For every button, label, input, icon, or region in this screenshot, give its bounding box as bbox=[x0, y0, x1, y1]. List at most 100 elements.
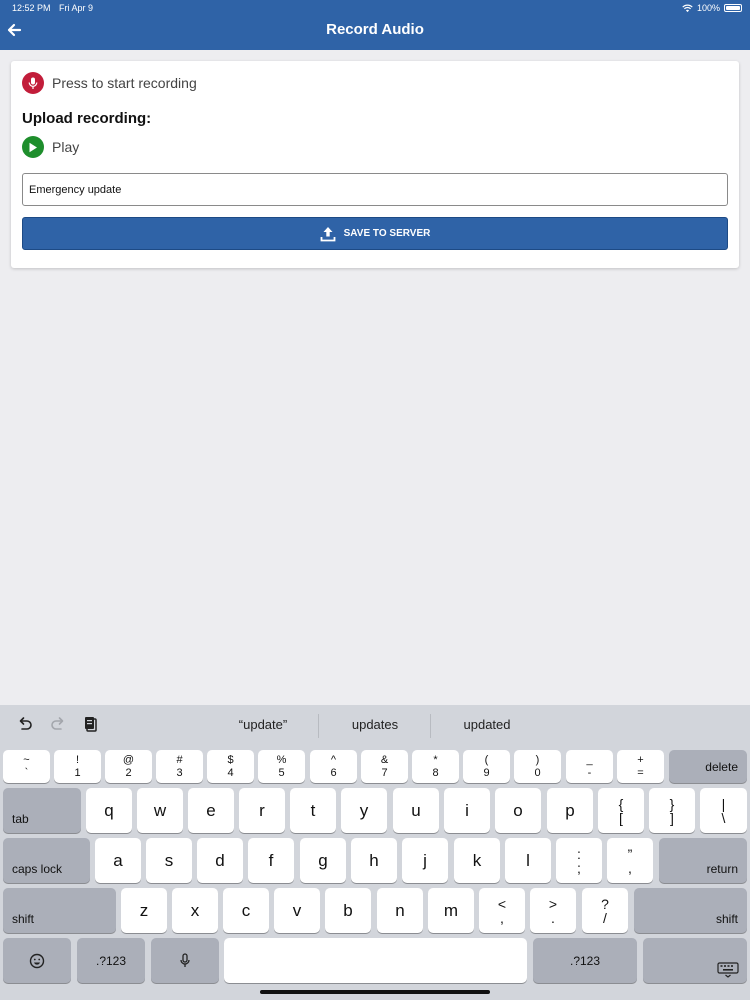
keyboard-hide-icon bbox=[717, 962, 739, 978]
battery-icon bbox=[724, 4, 742, 12]
key-t[interactable]: t bbox=[290, 788, 336, 833]
redo-button[interactable] bbox=[49, 715, 69, 735]
key-w[interactable]: w bbox=[137, 788, 183, 833]
key-symbol: 2 bbox=[125, 766, 132, 779]
emoji-key[interactable] bbox=[3, 938, 71, 983]
key-symbol: - bbox=[587, 766, 592, 779]
key-m[interactable]: m bbox=[428, 888, 474, 933]
key-o[interactable]: o bbox=[495, 788, 541, 833]
paste-button[interactable] bbox=[82, 715, 102, 735]
key-shift-symbol: ) bbox=[535, 753, 540, 766]
play-button[interactable]: Play bbox=[22, 136, 79, 158]
key-6[interactable]: ^ 6 bbox=[310, 750, 357, 783]
key-period[interactable]: >. bbox=[530, 888, 576, 933]
return-key[interactable]: return bbox=[659, 838, 747, 883]
suggestion-divider bbox=[430, 714, 431, 738]
save-to-server-button[interactable]: SAVE TO SERVER bbox=[22, 217, 728, 250]
key-shift-symbol: ( bbox=[484, 753, 489, 766]
key-n[interactable]: n bbox=[377, 888, 423, 933]
delete-key[interactable]: delete bbox=[669, 750, 747, 783]
key-y[interactable]: y bbox=[341, 788, 387, 833]
key-symbol: 3 bbox=[176, 766, 183, 779]
key-shift-symbol: # bbox=[176, 753, 183, 766]
key-8[interactable]: * 8 bbox=[412, 750, 459, 783]
suggestion-divider bbox=[318, 714, 319, 738]
key-minus[interactable]: _ - bbox=[566, 750, 613, 783]
key-symbol: . bbox=[551, 909, 555, 926]
key-j[interactable]: j bbox=[402, 838, 448, 883]
status-indicators: 100% bbox=[682, 3, 742, 13]
key-shift-symbol: ! bbox=[75, 753, 80, 766]
key-7[interactable]: & 7 bbox=[361, 750, 408, 783]
key-r[interactable]: r bbox=[239, 788, 285, 833]
undo-button[interactable] bbox=[16, 715, 36, 735]
key-h[interactable]: h bbox=[351, 838, 397, 883]
key-b[interactable]: b bbox=[325, 888, 371, 933]
suggestion-2[interactable]: updates bbox=[320, 717, 430, 732]
recording-name-input[interactable] bbox=[22, 173, 728, 206]
key-shift-symbol: _ bbox=[586, 753, 593, 766]
key-symbol: 5 bbox=[278, 766, 285, 779]
key-a[interactable]: a bbox=[95, 838, 141, 883]
key-slash[interactable]: ? / bbox=[582, 888, 628, 933]
key-q[interactable]: q bbox=[86, 788, 132, 833]
key-equals[interactable]: + = bbox=[617, 750, 664, 783]
key-v[interactable]: v bbox=[274, 888, 320, 933]
key-x[interactable]: x bbox=[172, 888, 218, 933]
key-2[interactable]: @2 bbox=[105, 750, 152, 783]
key-4[interactable]: $4 bbox=[207, 750, 254, 783]
key-symbol: 6 bbox=[330, 766, 337, 779]
key-d[interactable]: d bbox=[197, 838, 243, 883]
redo-icon bbox=[51, 717, 64, 730]
key-z[interactable]: z bbox=[121, 888, 167, 933]
space-bar[interactable] bbox=[224, 938, 527, 983]
page-title: Record Audio bbox=[326, 21, 424, 38]
key-e[interactable]: e bbox=[188, 788, 234, 833]
battery-percent: 100% bbox=[696, 3, 720, 13]
onscreen-keyboard: “update” updates updated ~ ` ! 1 @2 #3 $4 … bbox=[0, 705, 750, 1000]
key-semicolon[interactable]: :; bbox=[556, 838, 602, 883]
key-u[interactable]: u bbox=[393, 788, 439, 833]
key-symbol: = bbox=[637, 766, 644, 779]
key-i[interactable]: i bbox=[444, 788, 490, 833]
key-shift-symbol: ” bbox=[627, 845, 633, 862]
dismiss-keyboard-key[interactable] bbox=[643, 938, 747, 983]
key-g[interactable]: g bbox=[300, 838, 346, 883]
key-close-bracket[interactable]: }] bbox=[649, 788, 695, 833]
key-shift-symbol: : bbox=[577, 845, 581, 862]
key-k[interactable]: k bbox=[454, 838, 500, 883]
key-shift-symbol: } bbox=[669, 795, 675, 812]
key-1[interactable]: ! 1 bbox=[54, 750, 101, 783]
key-shift-symbol: { bbox=[618, 795, 624, 812]
suggestion-3[interactable]: updated bbox=[432, 717, 542, 732]
numbers-key-right[interactable]: .?123 bbox=[533, 938, 637, 983]
key-s[interactable]: s bbox=[146, 838, 192, 883]
tab-key[interactable]: tab bbox=[3, 788, 81, 833]
home-indicator[interactable] bbox=[260, 990, 490, 994]
key-9[interactable]: (9 bbox=[463, 750, 510, 783]
record-button[interactable]: Press to start recording bbox=[22, 72, 197, 94]
left-shift-key[interactable]: shift bbox=[3, 888, 116, 933]
numbers-key-left[interactable]: .?123 bbox=[77, 938, 145, 983]
key-5[interactable]: % 5 bbox=[258, 750, 305, 783]
key-quote[interactable]: ”, bbox=[607, 838, 653, 883]
key-symbol: , bbox=[628, 859, 632, 876]
key-f[interactable]: f bbox=[248, 838, 294, 883]
suggestion-1[interactable]: “update” bbox=[208, 717, 318, 732]
caps-lock-key[interactable]: caps lock bbox=[3, 838, 90, 883]
key-3[interactable]: #3 bbox=[156, 750, 203, 783]
key-backtick[interactable]: ~ ` bbox=[3, 750, 50, 783]
key-comma[interactable]: <, bbox=[479, 888, 525, 933]
key-0[interactable]: ) 0 bbox=[514, 750, 561, 783]
key-c[interactable]: c bbox=[223, 888, 269, 933]
dictation-key[interactable] bbox=[151, 938, 219, 983]
key-p[interactable]: p bbox=[547, 788, 593, 833]
app-header: 12:52 PM Fri Apr 9 100% Record Audio bbox=[0, 0, 750, 50]
key-l[interactable]: l bbox=[505, 838, 551, 883]
key-backslash[interactable]: | \ bbox=[700, 788, 747, 833]
right-shift-key[interactable]: shift bbox=[634, 888, 747, 933]
wifi-icon bbox=[682, 4, 693, 12]
play-icon bbox=[22, 136, 44, 158]
key-open-bracket[interactable]: {[ bbox=[598, 788, 644, 833]
key-symbol: \ bbox=[721, 809, 726, 826]
